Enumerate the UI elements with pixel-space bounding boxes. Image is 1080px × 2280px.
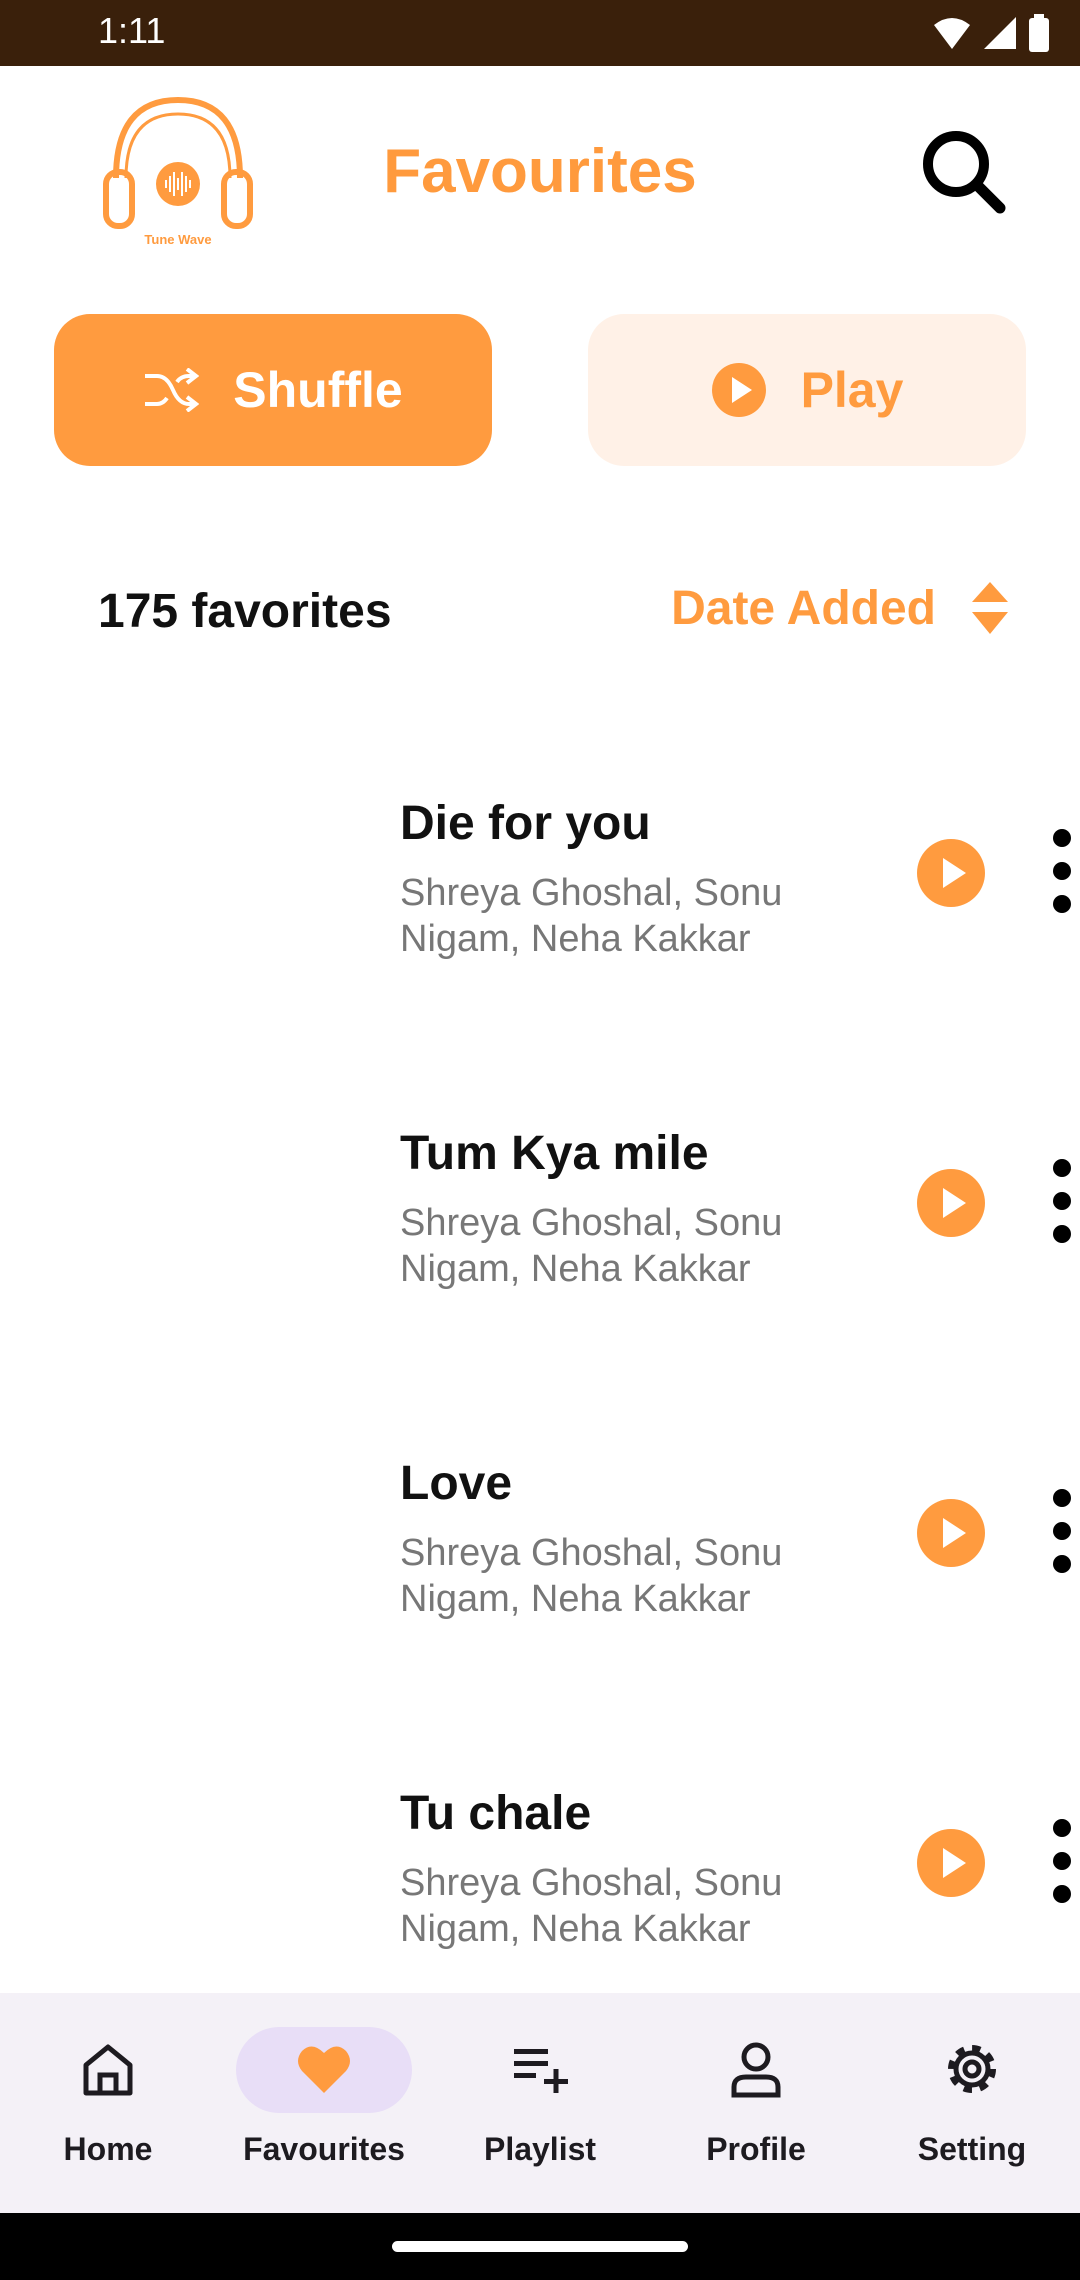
playlist-add-icon [514,2049,568,2093]
song-artist: Shreya Ghoshal, Sonu Nigam, Neha Kakkar [400,1202,783,1290]
play-icon[interactable] [916,1168,986,1238]
logo-text: Tune Wave [144,232,212,247]
sort-label: Date Added [671,581,936,635]
signal-icon [984,17,1016,49]
sort-icon [972,582,1008,634]
battery-icon [1029,14,1049,52]
status-time: 1:11 [98,10,166,51]
play-label: Play [800,362,904,418]
song-title: Die for you [400,797,651,850]
song-title: Love [400,1457,513,1510]
list-item[interactable]: Tu chale Shreya Ghoshal, Sonu Nigam, Neh… [0,1786,1080,1986]
nav-item-playlist[interactable]: Playlist [432,1993,648,2213]
home-icon [83,2044,133,2096]
nav-item-favourites[interactable]: Favourites [216,1993,432,2213]
nav-label: Setting [917,2131,1027,2167]
wifi-icon [934,18,970,49]
shuffle-button[interactable]: Shuffle [54,314,492,466]
list-item[interactable]: Tum Kya mile Shreya Ghoshal, Sonu Nigam,… [0,1126,1080,1326]
song-artist: Shreya Ghoshal, Sonu Nigam, Neha Kakkar [400,1532,783,1620]
sort-button[interactable]: Date Added [671,580,1010,636]
favorites-count: 175 favorites [98,585,392,638]
more-options-icon[interactable] [1044,1486,1080,1576]
person-icon [731,2042,781,2098]
status-bar: 1:11 [0,0,1080,66]
play-icon[interactable] [916,838,986,908]
list-item[interactable]: Love Shreya Ghoshal, Sonu Nigam, Neha Ka… [0,1456,1080,1656]
play-icon[interactable] [916,1828,986,1898]
search-icon [923,131,1006,214]
nav-label: Profile [706,2131,806,2167]
gear-icon [948,2045,996,2093]
gesture-navigation-bar [0,2213,1080,2280]
nav-item-home[interactable]: Home [0,1993,216,2213]
song-title: Tum Kya mile [400,1127,709,1180]
list-header: 175 favorites Date Added [0,570,1080,660]
more-options-icon[interactable] [1044,826,1080,916]
play-all-button[interactable]: Play [588,314,1026,466]
more-options-icon[interactable] [1044,1816,1080,1906]
home-gesture-handle[interactable] [392,2241,688,2252]
nav-item-setting[interactable]: Setting [864,1993,1080,2213]
nav-label: Favourites [243,2131,405,2167]
heart-icon [298,2046,350,2093]
list-item[interactable]: Die for you Shreya Ghoshal, Sonu Nigam, … [0,796,1080,996]
status-icons [932,14,1050,52]
shuffle-icon [145,368,200,412]
more-options-icon[interactable] [1044,1156,1080,1246]
song-artist: Shreya Ghoshal, Sonu Nigam, Neha Kakkar [400,872,783,960]
app-header: Tune Wave Favourites [0,66,1080,316]
play-circle-icon [711,363,766,417]
nav-label: Home [63,2131,153,2167]
nav-label: Playlist [483,2131,597,2167]
shuffle-label: Shuffle [233,362,403,418]
bottom-navigation: Home Favourites Playlist Profile Setting [0,1993,1080,2213]
play-icon[interactable] [916,1498,986,1568]
song-title: Tu chale [400,1787,592,1840]
nav-item-profile[interactable]: Profile [648,1993,864,2213]
song-artist: Shreya Ghoshal, Sonu Nigam, Neha Kakkar [400,1862,783,1950]
search-button[interactable] [918,126,1010,218]
